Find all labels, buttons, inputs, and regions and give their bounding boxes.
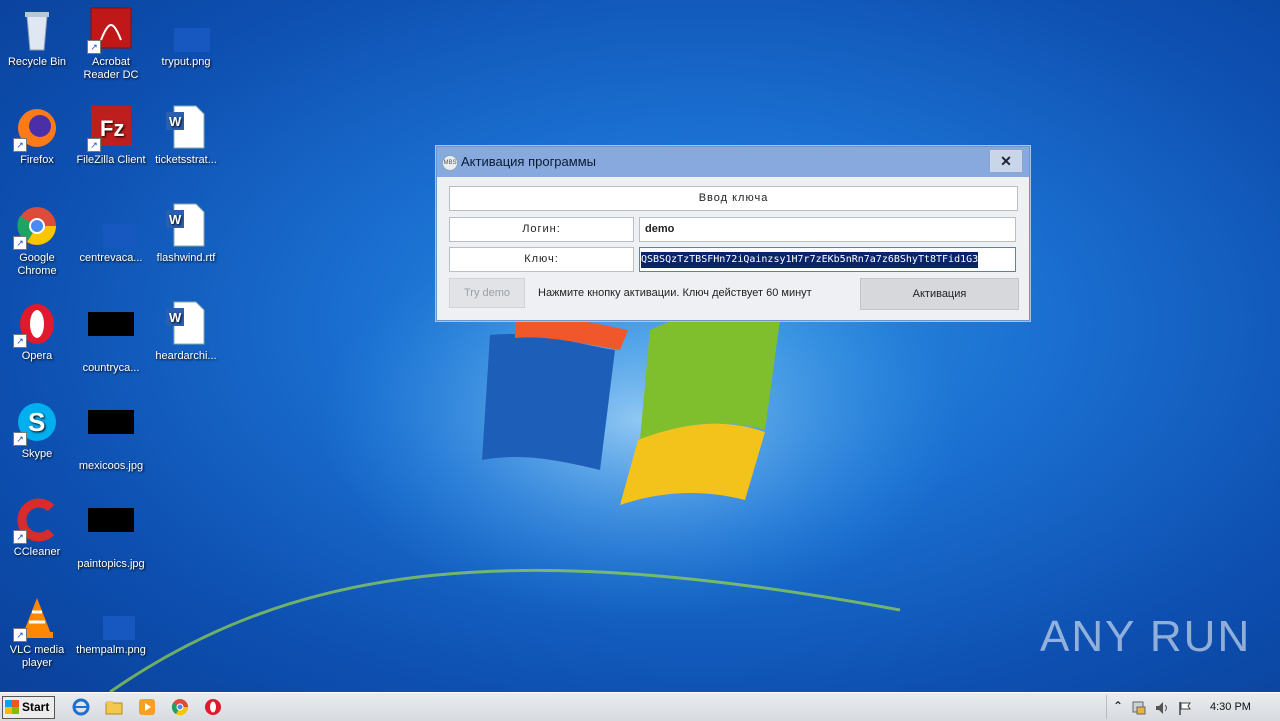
flag-icon[interactable] [1177, 700, 1193, 716]
show-hidden-icons-icon[interactable]: ⌃ [1113, 699, 1123, 713]
filezilla-icon: Fz ↗ [87, 104, 135, 152]
desktop-icon-vlc[interactable]: ↗ VLC media player [0, 594, 74, 670]
desktop-icon-paintopics[interactable]: paintopics.jpg [74, 496, 148, 571]
desktop-icon-recycle-bin[interactable]: Recycle Bin [0, 6, 74, 69]
svg-text:W: W [169, 310, 182, 325]
system-tray: ⌃ 4:30 PM [1106, 695, 1279, 719]
word-document-icon: W [162, 300, 210, 348]
close-button[interactable]: ✕ [989, 149, 1023, 173]
desktop-icon-heardarchi[interactable]: W heardarchi... [149, 300, 223, 363]
key-label: Ключ: [449, 247, 634, 272]
shortcut-arrow-icon: ↗ [13, 236, 27, 250]
desktop-icon-acrobat[interactable]: ↗ Acrobat Reader DC [74, 6, 148, 82]
dialog-title: Активация программы [461, 154, 596, 169]
desktop-icon-opera[interactable]: ↗ Opera [0, 300, 74, 363]
image-file-icon [87, 594, 135, 642]
internet-explorer-icon[interactable] [72, 698, 90, 716]
svg-text:W: W [169, 114, 182, 129]
key-value-selected: QSBSQzTzTBSFHn72iQainzsy1H7r7zEKb5nRn7a7… [641, 252, 979, 268]
clock[interactable]: 4:30 PM [1210, 701, 1251, 713]
word-document-icon: W [162, 104, 210, 152]
login-label: Логин: [449, 217, 634, 242]
activation-dialog: MBS Активация программы ✕ Ввод ключа Лог… [436, 146, 1030, 321]
desktop-icon-firefox[interactable]: ↗ Firefox [0, 104, 74, 167]
word-document-icon: W [162, 202, 210, 250]
start-button[interactable]: Start [2, 696, 55, 719]
skype-icon: S ↗ [13, 398, 61, 446]
ccleaner-icon: ↗ [13, 496, 61, 544]
app-logo-icon: MBS [442, 155, 458, 171]
vlc-cone-icon: ↗ [13, 594, 61, 642]
media-player-icon[interactable] [138, 698, 156, 716]
desktop-icon-filezilla[interactable]: Fz ↗ FileZilla Client [74, 104, 148, 167]
chrome-icon: ↗ [13, 202, 61, 250]
watermark-text: ANY RUN [1040, 612, 1252, 661]
windows-logo-icon [5, 700, 19, 714]
shortcut-arrow-icon: ↗ [13, 628, 27, 642]
image-file-icon [87, 508, 135, 556]
desktop-icon-centrevaca[interactable]: centrevaca... [74, 202, 148, 265]
file-explorer-icon[interactable] [105, 698, 123, 716]
login-input[interactable]: demo [639, 217, 1016, 242]
activate-button[interactable]: Активация [860, 278, 1019, 310]
taskbar: Start ⌃ 4:30 PM [0, 692, 1280, 721]
opera-icon: ↗ [13, 300, 61, 348]
key-input[interactable]: QSBSQzTzTBSFHn72iQainzsy1H7r7zEKb5nRn7a7… [639, 247, 1016, 272]
dialog-titlebar[interactable]: MBS Активация программы ✕ [437, 147, 1029, 177]
svg-text:Fz: Fz [100, 116, 124, 141]
acrobat-icon: ↗ [87, 6, 135, 54]
desktop-icon-chrome[interactable]: ↗ Google Chrome [0, 202, 74, 278]
volume-icon[interactable] [1154, 700, 1170, 716]
desktop-icon-ccleaner[interactable]: ↗ CCleaner [0, 496, 74, 559]
dialog-body: Ввод ключа Логин: demo Ключ: QSBSQzTzTBS… [437, 177, 1029, 320]
shortcut-arrow-icon: ↗ [13, 334, 27, 348]
activation-hint-text: Нажмите кнопку активации. Ключ действует… [538, 287, 812, 299]
firefox-icon: ↗ [13, 104, 61, 152]
recycle-bin-icon [13, 6, 61, 54]
action-center-icon[interactable] [1131, 700, 1147, 716]
shortcut-arrow-icon: ↗ [13, 138, 27, 152]
svg-text:W: W [169, 212, 182, 227]
image-file-icon [87, 312, 135, 360]
desktop-icon-mexicoos[interactable]: mexicoos.jpg [74, 398, 148, 473]
desktop-icon-flashwind[interactable]: W flashwind.rtf [149, 202, 223, 265]
shortcut-arrow-icon: ↗ [13, 432, 27, 446]
shortcut-arrow-icon: ↗ [13, 530, 27, 544]
desktop-icon-countryca[interactable]: countryca... [74, 300, 148, 375]
desktop-icon-ticketsstrat[interactable]: W ticketsstrat... [149, 104, 223, 167]
desktop-icon-tryput[interactable]: tryput.png [149, 6, 223, 69]
key-entry-header: Ввод ключа [449, 186, 1018, 211]
image-file-icon [87, 410, 135, 458]
try-demo-button[interactable]: Try demo [449, 278, 525, 308]
opera-taskbar-icon[interactable] [204, 698, 222, 716]
image-file-icon [162, 6, 210, 54]
image-file-icon [87, 202, 135, 250]
desktop-icon-skype[interactable]: S ↗ Skype [0, 398, 74, 461]
svg-text:S: S [28, 407, 45, 437]
shortcut-arrow-icon: ↗ [87, 138, 101, 152]
start-label: Start [22, 700, 50, 714]
shortcut-arrow-icon: ↗ [87, 40, 101, 54]
desktop-icon-thempalm[interactable]: thempalm.png [74, 594, 148, 657]
chrome-taskbar-icon[interactable] [171, 698, 189, 716]
